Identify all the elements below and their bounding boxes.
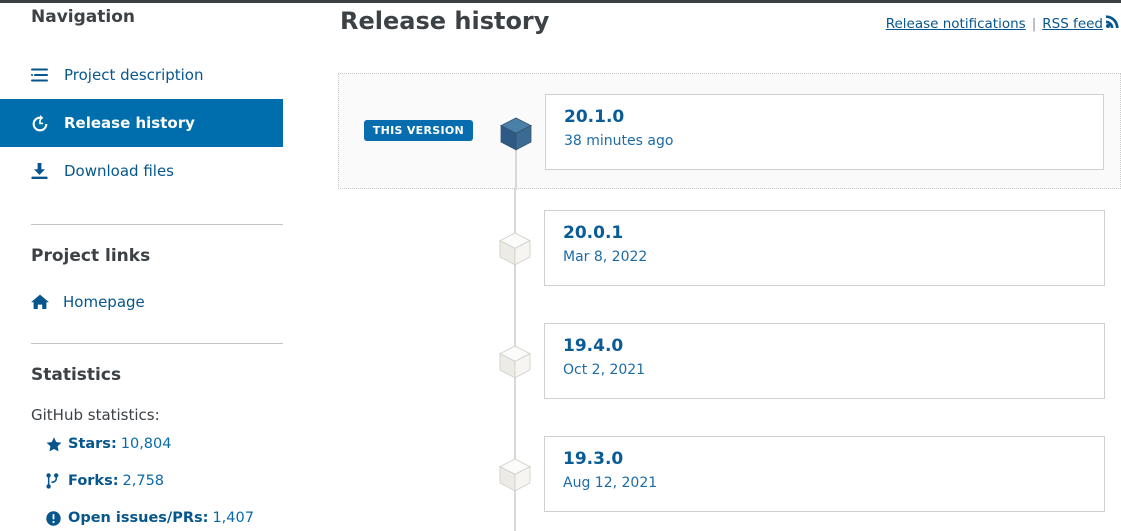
release-version: 20.0.1 bbox=[563, 223, 624, 243]
release-date: Oct 2, 2021 bbox=[563, 361, 646, 378]
history-icon bbox=[31, 114, 53, 132]
release-date: 38 minutes ago bbox=[564, 132, 674, 149]
link-separator: | bbox=[1031, 15, 1037, 32]
home-icon bbox=[31, 294, 55, 310]
timeline-column bbox=[486, 415, 544, 531]
release-version: 20.1.0 bbox=[564, 107, 625, 127]
package-cube-icon bbox=[499, 345, 531, 383]
release-card[interactable]: 19.4.0 Oct 2, 2021 bbox=[544, 323, 1105, 399]
release-date: Aug 12, 2021 bbox=[563, 474, 658, 491]
this-version-badge: THIS VERSION bbox=[363, 120, 473, 141]
statistics-heading: Statistics bbox=[31, 365, 122, 385]
release-version: 19.4.0 bbox=[563, 336, 624, 356]
stat-label: Stars: bbox=[68, 436, 117, 452]
issue-icon bbox=[46, 510, 68, 526]
download-icon bbox=[31, 162, 53, 180]
release-list: THIS VERSION 20.1.0 38 minutes ago 20.0.… bbox=[338, 73, 1121, 531]
release-row[interactable]: THIS VERSION 20.1.0 38 minutes ago bbox=[338, 73, 1121, 190]
timeline-column bbox=[486, 302, 544, 415]
stat-value: 10,804 bbox=[120, 436, 172, 452]
fork-icon bbox=[46, 473, 68, 489]
badge-column: THIS VERSION bbox=[339, 74, 487, 187]
timeline-column bbox=[487, 74, 545, 190]
release-date: Mar 8, 2022 bbox=[563, 248, 648, 265]
package-cube-icon bbox=[499, 458, 531, 496]
navigation-list: Project description Release history Down… bbox=[0, 51, 283, 195]
rss-feed-link-group[interactable]: RSS feed bbox=[1042, 15, 1119, 32]
sidebar-item-project-description[interactable]: Project description bbox=[0, 51, 283, 99]
release-row[interactable]: 20.0.1 Mar 8, 2022 bbox=[338, 189, 1121, 302]
release-row[interactable]: 19.4.0 Oct 2, 2021 bbox=[338, 302, 1121, 415]
main-content: Release history Release notifications | … bbox=[338, 3, 1121, 531]
release-card[interactable]: 19.3.0 Aug 12, 2021 bbox=[544, 436, 1105, 512]
stat-stars: Stars: 10,804 bbox=[46, 436, 172, 452]
sidebar-divider bbox=[31, 224, 283, 225]
sidebar: Navigation Project description Release h… bbox=[0, 3, 310, 531]
sidebar-item-label: Project description bbox=[64, 65, 204, 84]
release-card[interactable]: 20.0.1 Mar 8, 2022 bbox=[544, 210, 1105, 286]
page-title: Release history bbox=[340, 7, 550, 35]
release-row[interactable]: 19.3.0 Aug 12, 2021 bbox=[338, 415, 1121, 531]
sidebar-item-download-files[interactable]: Download files bbox=[0, 147, 283, 195]
badge-column bbox=[338, 415, 486, 528]
stat-label: Open issues/PRs: bbox=[68, 510, 209, 526]
stat-open-issues: Open issues/PRs: 1,407 bbox=[46, 510, 254, 526]
navigation-heading: Navigation bbox=[31, 7, 135, 27]
release-version: 19.3.0 bbox=[563, 449, 624, 469]
badge-column bbox=[338, 189, 486, 302]
sidebar-divider bbox=[31, 343, 283, 344]
page-root: Navigation Project description Release h… bbox=[0, 0, 1121, 531]
stat-label: Forks: bbox=[68, 473, 119, 489]
timeline-column bbox=[486, 189, 544, 302]
list-icon bbox=[31, 66, 53, 84]
badge-column bbox=[338, 302, 486, 415]
release-card[interactable]: 20.1.0 38 minutes ago bbox=[545, 94, 1104, 170]
sidebar-item-label: Release history bbox=[64, 113, 195, 132]
package-cube-icon bbox=[499, 232, 531, 270]
stat-forks: Forks: 2,758 bbox=[46, 473, 164, 489]
sidebar-item-release-history[interactable]: Release history bbox=[0, 99, 283, 147]
rss-icon bbox=[1106, 15, 1119, 28]
star-icon bbox=[46, 436, 68, 452]
header-links: Release notifications | RSS feed bbox=[886, 15, 1119, 32]
stat-value: 2,758 bbox=[122, 473, 165, 489]
project-links-heading: Project links bbox=[31, 246, 151, 266]
release-notifications-link[interactable]: Release notifications bbox=[886, 16, 1026, 32]
project-link-label: Homepage bbox=[63, 293, 145, 311]
package-cube-icon-active bbox=[500, 117, 532, 155]
rss-feed-link[interactable]: RSS feed bbox=[1042, 16, 1103, 32]
github-statistics-subheading: GitHub statistics: bbox=[31, 406, 160, 424]
stat-value: 1,407 bbox=[212, 510, 254, 526]
sidebar-item-label: Download files bbox=[64, 161, 174, 180]
project-link-homepage[interactable]: Homepage bbox=[31, 293, 145, 311]
